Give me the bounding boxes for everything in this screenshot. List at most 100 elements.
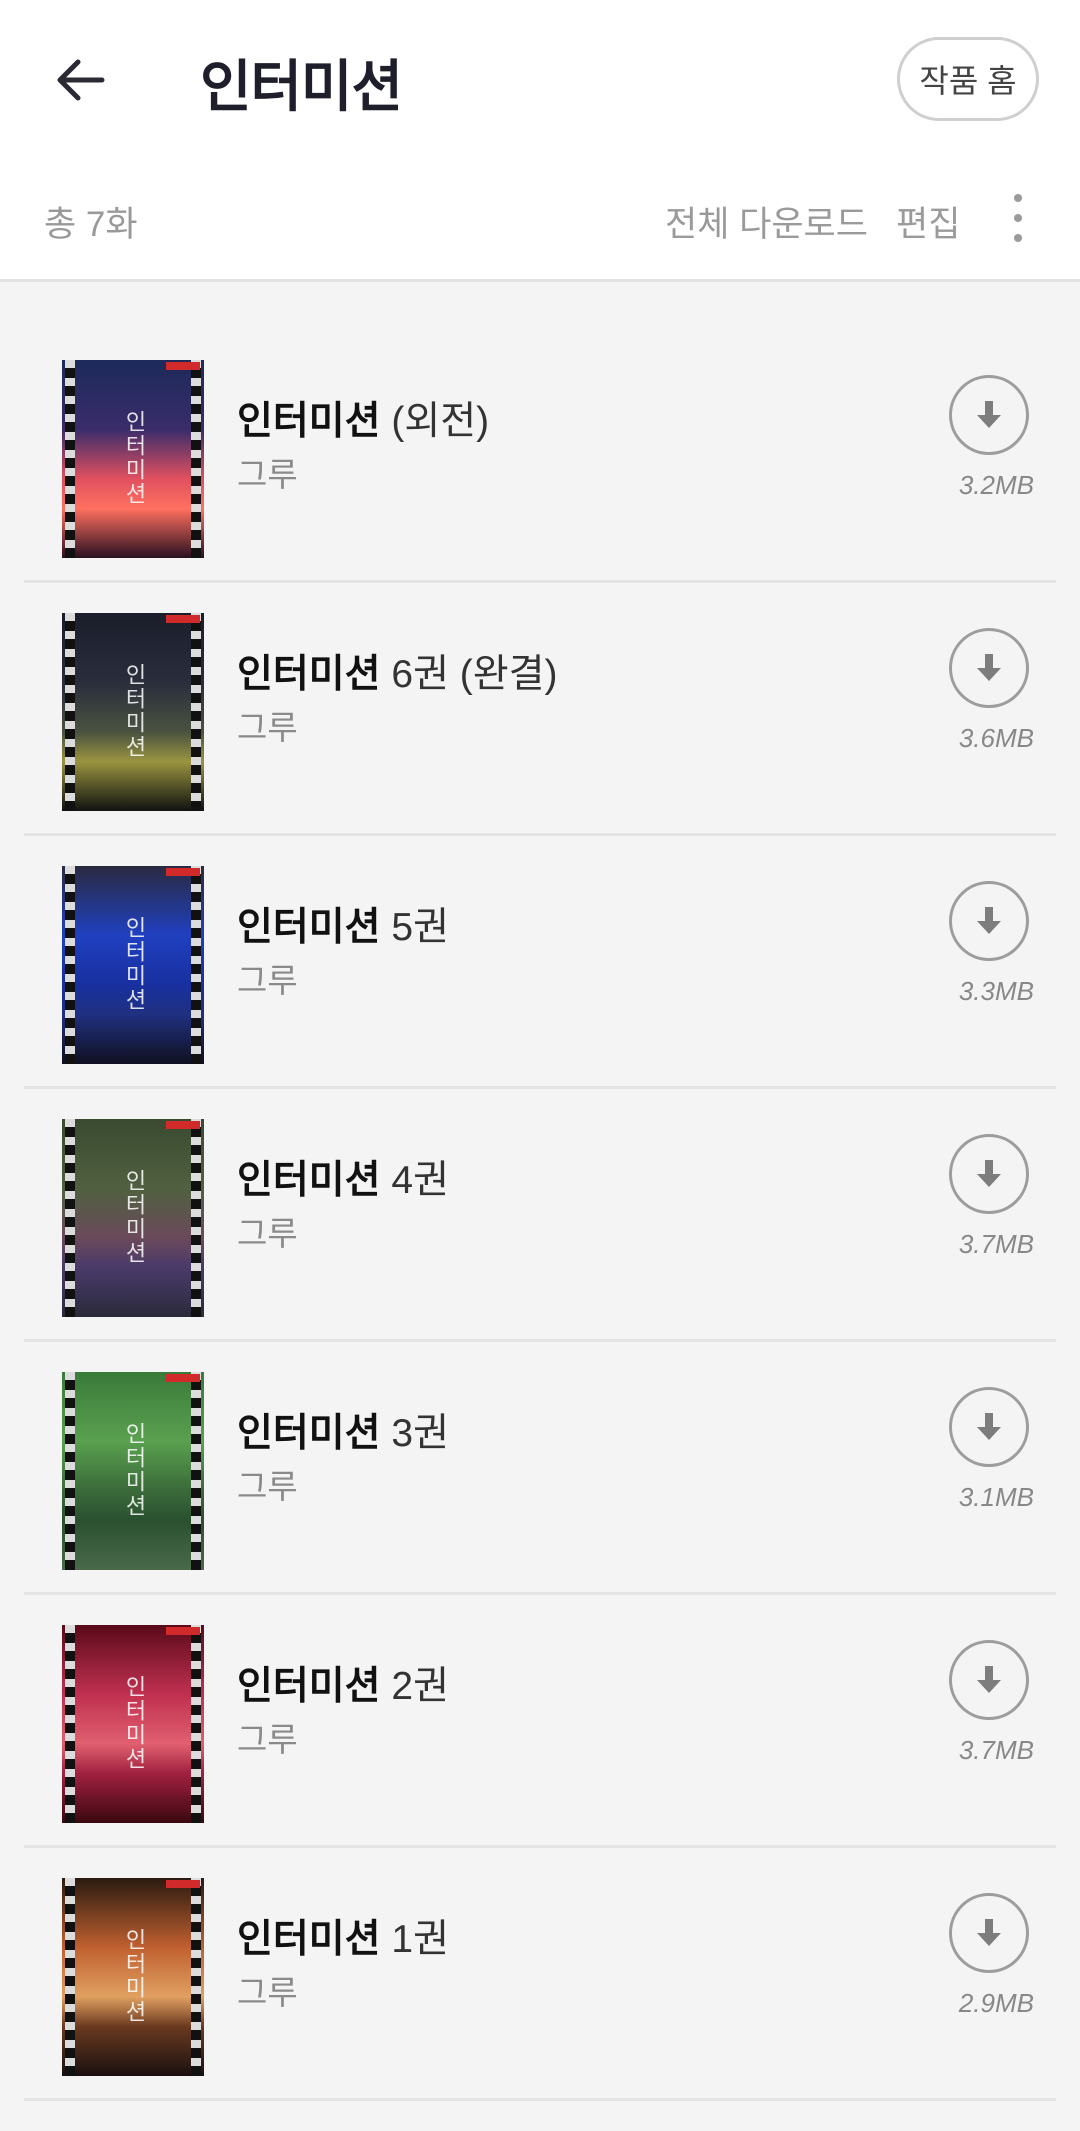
list-item[interactable]: 인터미션 인터미션 4권 그루 3.7MB bbox=[24, 1089, 1056, 1342]
cover-badge bbox=[166, 1121, 200, 1129]
film-strip-edge bbox=[65, 613, 75, 811]
download-button[interactable] bbox=[949, 1893, 1029, 1973]
film-strip-edge bbox=[65, 360, 75, 558]
download-arrow-icon bbox=[977, 654, 1001, 681]
film-strip-edge bbox=[191, 1878, 201, 2076]
episode-title: 인터미션 4권 bbox=[237, 1149, 449, 1205]
download-all-button[interactable]: 전체 다운로드 bbox=[665, 196, 868, 247]
film-strip-edge bbox=[65, 1372, 75, 1570]
cover-title: 인터미션 bbox=[121, 1422, 146, 1518]
file-size: 3.6MB bbox=[958, 723, 1034, 753]
list-item[interactable]: 인터미션 인터미션 6권 (완결) 그루 3.6MB bbox=[24, 583, 1056, 836]
book-cover-image: 인터미션 bbox=[62, 613, 204, 811]
book-cover-image: 인터미션 bbox=[62, 866, 204, 1064]
episode-title: 인터미션 (외전) bbox=[237, 390, 489, 446]
episode-title-suffix: 5권 bbox=[391, 906, 449, 949]
cover-title: 인터미션 bbox=[121, 916, 146, 1012]
download-button[interactable] bbox=[949, 881, 1029, 961]
download-button[interactable] bbox=[949, 1387, 1029, 1467]
list-item[interactable]: 인터미션 인터미션 2권 그루 3.7MB bbox=[24, 1595, 1056, 1848]
book-cover-image: 인터미션 bbox=[62, 1372, 204, 1570]
book-cover-image: 인터미션 bbox=[62, 1878, 204, 2076]
cover-title: 인터미션 bbox=[121, 410, 146, 506]
download-button[interactable] bbox=[949, 375, 1029, 455]
arrow-left-icon bbox=[57, 59, 105, 101]
cover-badge bbox=[166, 868, 200, 876]
episode-title-main: 인터미션 bbox=[237, 653, 381, 696]
download-button[interactable] bbox=[949, 628, 1029, 708]
download-arrow-icon bbox=[977, 401, 1001, 428]
download-arrow-icon bbox=[977, 907, 1001, 934]
download-arrow-icon bbox=[977, 1666, 1001, 1693]
file-size: 3.2MB bbox=[958, 470, 1034, 500]
film-strip-edge bbox=[191, 866, 201, 1064]
file-size: 3.3MB bbox=[958, 976, 1034, 1006]
file-size: 2.9MB bbox=[958, 1988, 1034, 2018]
download-button[interactable] bbox=[949, 1134, 1029, 1214]
episode-title-main: 인터미션 bbox=[237, 1665, 381, 1708]
episode-list: 인터미션 인터미션 (외전) 그루 3.2MB 인터미션 인터미션 6권 (완결… bbox=[0, 330, 1080, 2101]
cover-title: 인터미션 bbox=[121, 1928, 146, 2024]
episode-title: 인터미션 1권 bbox=[237, 1908, 449, 1964]
download-arrow-icon bbox=[977, 1160, 1001, 1187]
episode-title-main: 인터미션 bbox=[237, 1412, 381, 1455]
episode-author: 그루 bbox=[237, 1215, 298, 1252]
cover-badge bbox=[166, 362, 200, 370]
film-strip-edge bbox=[65, 1119, 75, 1317]
film-strip-edge bbox=[191, 613, 201, 811]
download-arrow-icon bbox=[977, 1413, 1001, 1440]
list-item[interactable]: 인터미션 인터미션 (외전) 그루 3.2MB bbox=[24, 330, 1056, 583]
episode-author: 그루 bbox=[237, 456, 298, 493]
episode-title-suffix: (외전) bbox=[391, 400, 490, 443]
episode-title-main: 인터미션 bbox=[237, 400, 381, 443]
download-arrow-icon bbox=[977, 1919, 1001, 1946]
cover-title: 인터미션 bbox=[121, 1169, 146, 1265]
episode-author: 그루 bbox=[237, 1974, 298, 2011]
edit-button[interactable]: 편집 bbox=[896, 196, 960, 247]
episode-title-suffix: 6권 (완결) bbox=[391, 653, 558, 696]
download-button[interactable] bbox=[949, 1640, 1029, 1720]
file-size: 3.7MB bbox=[958, 1735, 1034, 1765]
page-title: 인터미션 bbox=[200, 55, 403, 118]
cover-badge bbox=[166, 1627, 200, 1635]
list-item[interactable]: 인터미션 인터미션 1권 그루 2.9MB bbox=[24, 1848, 1056, 2101]
film-strip-edge bbox=[191, 360, 201, 558]
episode-author: 그루 bbox=[237, 962, 298, 999]
episode-title-main: 인터미션 bbox=[237, 1159, 381, 1202]
book-cover-image: 인터미션 bbox=[62, 1625, 204, 1823]
episode-title-suffix: 4권 bbox=[391, 1159, 449, 1202]
cover-title: 인터미션 bbox=[121, 663, 146, 759]
episode-title: 인터미션 3권 bbox=[237, 1402, 449, 1458]
film-strip-edge bbox=[191, 1119, 201, 1317]
episode-title-main: 인터미션 bbox=[237, 1918, 381, 1961]
cover-badge bbox=[166, 1880, 200, 1888]
episode-count: 총 7화 bbox=[44, 205, 138, 244]
film-strip-edge bbox=[65, 866, 75, 1064]
cover-badge bbox=[166, 615, 200, 623]
episode-title-suffix: 2권 bbox=[391, 1665, 449, 1708]
file-size: 3.7MB bbox=[958, 1229, 1034, 1259]
episode-title: 인터미션 5권 bbox=[237, 896, 449, 952]
work-home-button[interactable]: 작품 홈 bbox=[897, 37, 1039, 121]
film-strip-edge bbox=[191, 1625, 201, 1823]
top-app-bar: 인터미션 작품 홈 총 7화 전체 다운로드 편집 bbox=[0, 0, 1080, 282]
episode-author: 그루 bbox=[237, 1721, 298, 1758]
episode-title-main: 인터미션 bbox=[237, 906, 381, 949]
film-strip-edge bbox=[65, 1878, 75, 2076]
list-item[interactable]: 인터미션 인터미션 3권 그루 3.1MB bbox=[24, 1342, 1056, 1595]
more-vertical-icon bbox=[1014, 194, 1022, 202]
film-strip-edge bbox=[191, 1372, 201, 1570]
cover-title: 인터미션 bbox=[121, 1675, 146, 1771]
episode-title-suffix: 3권 bbox=[391, 1412, 449, 1455]
episode-title: 인터미션 2권 bbox=[237, 1655, 449, 1711]
book-cover-image: 인터미션 bbox=[62, 360, 204, 558]
episode-author: 그루 bbox=[237, 1468, 298, 1505]
list-item[interactable]: 인터미션 인터미션 5권 그루 3.3MB bbox=[24, 836, 1056, 1089]
book-cover-image: 인터미션 bbox=[62, 1119, 204, 1317]
file-size: 3.1MB bbox=[958, 1482, 1034, 1512]
back-button[interactable] bbox=[40, 40, 120, 120]
cover-badge bbox=[166, 1374, 200, 1382]
more-options-button[interactable] bbox=[1000, 190, 1036, 246]
episode-title: 인터미션 6권 (완결) bbox=[237, 643, 558, 699]
film-strip-edge bbox=[65, 1625, 75, 1823]
